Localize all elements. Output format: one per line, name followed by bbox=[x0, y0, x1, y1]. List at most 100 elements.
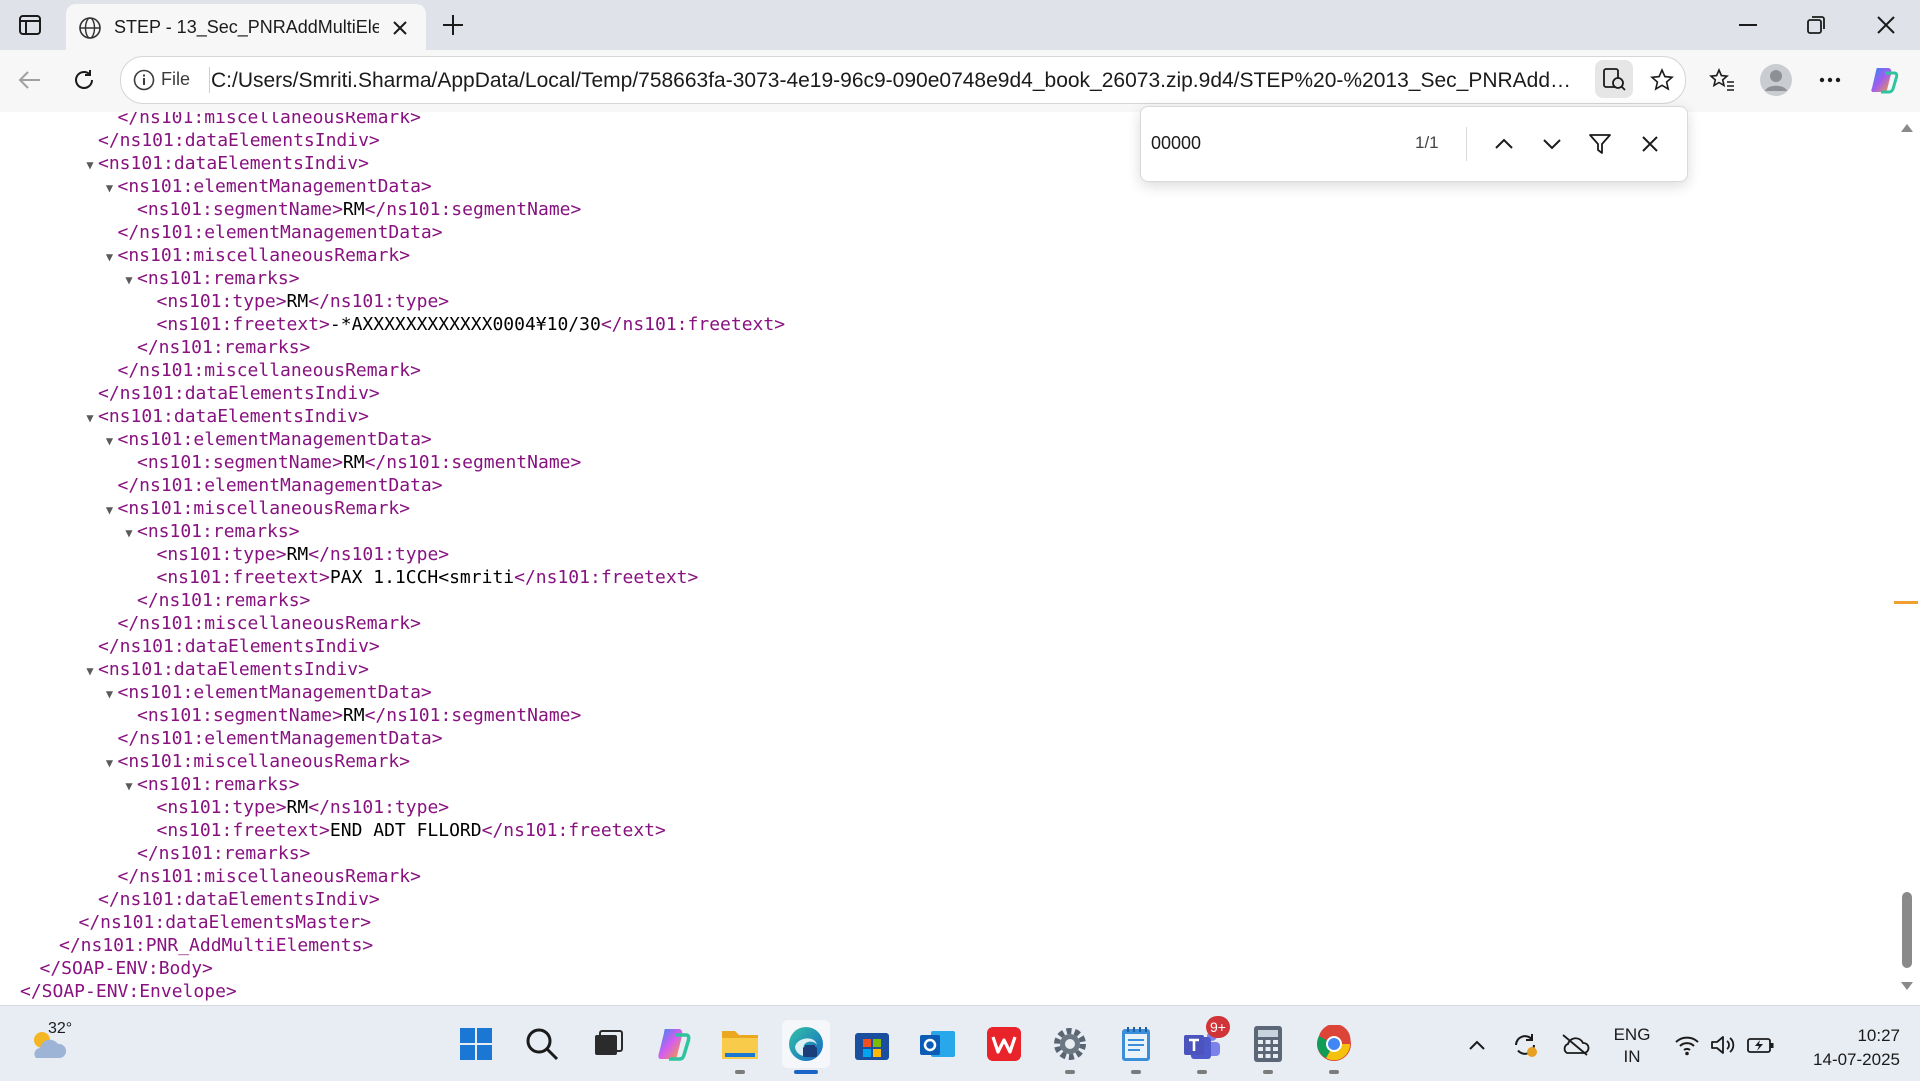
taskbar-wps-app[interactable] bbox=[980, 1020, 1028, 1068]
xml-line: </ns101:elementManagementData> bbox=[0, 221, 785, 244]
xml-line: ▼ <ns101:dataElementsIndiv> bbox=[0, 658, 785, 681]
chrome-icon bbox=[1317, 1025, 1351, 1061]
onedrive-tray-icon-button[interactable] bbox=[1558, 1028, 1592, 1062]
collapse-triangle-icon[interactable]: ▼ bbox=[102, 683, 118, 706]
info-icon[interactable] bbox=[133, 69, 155, 91]
collapse-triangle-icon[interactable]: ▼ bbox=[121, 522, 137, 545]
xml-line: ▼ <ns101:miscellaneousRemark> bbox=[0, 497, 785, 520]
collapse-triangle-icon[interactable]: ▼ bbox=[82, 407, 98, 430]
collapse-triangle-icon[interactable]: ▼ bbox=[102, 499, 118, 522]
collapse-triangle-icon[interactable]: ▼ bbox=[102, 177, 118, 200]
address-bar[interactable]: File C:/Users/Smriti.Sharma/AppData/Loca… bbox=[120, 56, 1686, 104]
app-running-indicator bbox=[1329, 1070, 1339, 1074]
system-clock[interactable]: 10:27 14-07-2025 bbox=[1790, 1024, 1900, 1072]
restore-button[interactable] bbox=[1788, 8, 1844, 42]
scroll-down-button[interactable] bbox=[1894, 976, 1920, 996]
tab-actions-button[interactable] bbox=[16, 12, 44, 38]
collapse-triangle-icon[interactable]: ▼ bbox=[102, 430, 118, 453]
find-input[interactable] bbox=[1151, 125, 1391, 161]
taskbar-notepad-app[interactable] bbox=[1112, 1020, 1160, 1074]
globe-icon bbox=[79, 17, 101, 39]
xml-text-value: RM bbox=[342, 705, 365, 726]
taskbar-edge-app[interactable] bbox=[782, 1020, 830, 1074]
xml-line: </ns101:remarks> bbox=[0, 336, 785, 359]
xml-text-value: RM bbox=[286, 544, 309, 565]
taskbar-teams-app[interactable]: 9+ bbox=[1178, 1016, 1230, 1074]
url-text[interactable]: C:/Users/Smriti.Sharma/AppData/Local/Tem… bbox=[211, 69, 1581, 93]
read-aloud-button[interactable] bbox=[1595, 60, 1633, 98]
taskbar-outlook-app[interactable] bbox=[914, 1020, 962, 1068]
taskbar-calculator-app[interactable] bbox=[1244, 1020, 1292, 1074]
copilot-button[interactable] bbox=[1866, 62, 1902, 98]
xml-tag: <ns101:miscellaneousRemark> bbox=[117, 751, 411, 772]
taskbar-settings-app[interactable] bbox=[1046, 1020, 1094, 1074]
taskbar-copilot-app[interactable] bbox=[650, 1020, 698, 1068]
filter-icon bbox=[1589, 134, 1611, 154]
xml-tag: </ns101:miscellaneousRemark> bbox=[117, 360, 421, 381]
browser-tab-active[interactable]: STEP - 13_Sec_PNRAddMultiElements bbox=[66, 4, 426, 50]
back-button[interactable] bbox=[12, 62, 48, 98]
language-indicator[interactable]: ENG IN bbox=[1612, 1024, 1652, 1068]
tab-close-button[interactable] bbox=[388, 16, 412, 40]
collapse-triangle-icon[interactable]: ▼ bbox=[82, 154, 98, 177]
cloud-offline-icon bbox=[1562, 1034, 1590, 1056]
chevron-down-icon bbox=[1543, 139, 1561, 150]
network-tray-icon-button[interactable] bbox=[1670, 1028, 1704, 1062]
minimize-button[interactable] bbox=[1720, 8, 1776, 42]
xml-tag: </ns101:freetext> bbox=[514, 567, 699, 588]
close-window-button[interactable] bbox=[1858, 8, 1914, 42]
xml-tag: </ns101:remarks> bbox=[137, 843, 311, 864]
xml-line: <ns101:segmentName>RM</ns101:segmentName… bbox=[0, 451, 785, 474]
refresh-button[interactable] bbox=[66, 62, 102, 98]
collapse-triangle-icon[interactable]: ▼ bbox=[82, 660, 98, 683]
taskbar-task-view-button[interactable] bbox=[584, 1020, 632, 1068]
xml-text-value: END ADT FLLORD bbox=[329, 820, 482, 841]
find-close-button[interactable] bbox=[1631, 125, 1669, 163]
file-scheme-label: File bbox=[161, 69, 191, 89]
taskbar-file-explorer-app[interactable] bbox=[716, 1020, 764, 1074]
settings-more-button[interactable] bbox=[1812, 62, 1848, 98]
xml-tag: </ns101:elementManagementData> bbox=[117, 728, 443, 749]
xml-line: <ns101:freetext>PAX 1.1CCH<smriti</ns101… bbox=[0, 566, 785, 589]
app-active-indicator bbox=[794, 1070, 818, 1074]
xml-tag: </ns101:dataElementsIndiv> bbox=[98, 383, 380, 404]
find-next-button[interactable] bbox=[1533, 125, 1571, 163]
xml-text-value: RM bbox=[342, 199, 365, 220]
collapse-triangle-icon[interactable]: ▼ bbox=[121, 269, 137, 292]
outlook-icon bbox=[920, 1031, 955, 1057]
profile-button[interactable] bbox=[1758, 62, 1794, 98]
favorites-button[interactable] bbox=[1704, 62, 1740, 98]
find-result-marker bbox=[1894, 601, 1918, 604]
xml-line: </ns101:remarks> bbox=[0, 842, 785, 865]
collapse-triangle-icon[interactable]: ▼ bbox=[102, 752, 118, 775]
xml-viewer: </ns101:miscellaneousRemark> </ns101:data… bbox=[0, 112, 1894, 1005]
collapse-triangle-icon[interactable]: ▼ bbox=[102, 246, 118, 269]
sync-tray-icon-button[interactable] bbox=[1508, 1028, 1542, 1062]
xml-tag: <ns101:segmentName> bbox=[137, 705, 343, 726]
favorite-star-button[interactable] bbox=[1643, 61, 1681, 99]
collapse-triangle-icon[interactable]: ▼ bbox=[121, 775, 137, 798]
tab-title: STEP - 13_Sec_PNRAddMultiElements bbox=[114, 17, 379, 37]
find-filter-button[interactable] bbox=[1581, 125, 1619, 163]
show-hidden-icons-button[interactable] bbox=[1460, 1028, 1494, 1062]
new-tab-button[interactable] bbox=[438, 10, 468, 40]
xml-tag: </ns101:segmentName> bbox=[364, 452, 582, 473]
scroll-thumb[interactable] bbox=[1902, 892, 1912, 968]
find-previous-button[interactable] bbox=[1485, 125, 1523, 163]
vertical-scrollbar[interactable] bbox=[1894, 112, 1920, 1005]
taskbar-search-button[interactable] bbox=[518, 1020, 566, 1068]
folder-icon bbox=[722, 1031, 758, 1059]
xml-tag: <ns101:elementManagementData> bbox=[117, 176, 432, 197]
taskbar-start-button[interactable] bbox=[452, 1020, 500, 1068]
xml-tag: </SOAP-ENV:Body> bbox=[39, 958, 213, 979]
taskbar-store-app[interactable] bbox=[848, 1020, 896, 1068]
weather-widget[interactable]: 32° bbox=[26, 1020, 76, 1070]
xml-tag: </ns101:dataElementsMaster> bbox=[78, 912, 372, 933]
chevron-up-icon bbox=[1469, 1040, 1485, 1050]
xml-tag: <ns101:freetext> bbox=[156, 820, 330, 841]
taskbar-chrome-app[interactable] bbox=[1310, 1020, 1358, 1074]
volume-tray-icon-button[interactable] bbox=[1706, 1028, 1740, 1062]
xml-tag: </ns101:dataElementsIndiv> bbox=[98, 889, 380, 910]
battery-tray-icon-button[interactable] bbox=[1744, 1028, 1778, 1062]
scroll-up-button[interactable] bbox=[1894, 118, 1920, 138]
